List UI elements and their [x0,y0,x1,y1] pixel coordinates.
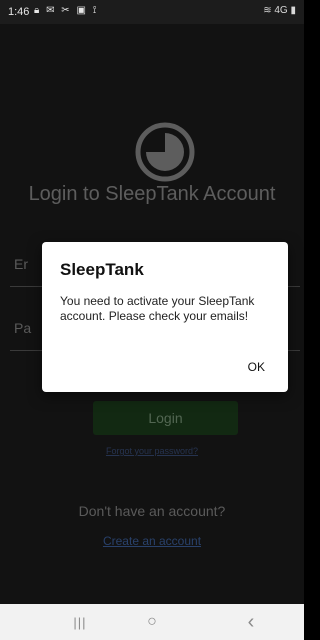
mail-icon: ✉︎ [46,5,57,16]
recents-button[interactable]: ||| [60,612,100,632]
lock-icon: 🔒︎ [34,5,42,16]
login-screen: 1:46 🔒︎ ✉︎ ✂︎ ▣ ⟟ ≋ 4G ▮ Login to SleepT… [0,0,304,640]
dialog-ok-button[interactable]: OK [248,360,265,374]
status-bar: 1:46 🔒︎ ✉︎ ✂︎ ▣ ⟟ ≋ 4G ▮ [0,0,304,24]
battery-icon: ▮ [290,5,296,16]
activation-dialog: SleepTank You need to activate your Slee… [42,242,288,392]
tools-icon: ✂︎ [61,5,72,16]
signal-antenna-icon: ⟟ [92,5,99,16]
status-system-icons: ≋ 4G ▮ [263,5,296,16]
back-button[interactable]: ‹ [231,611,271,633]
home-button[interactable]: ○ [132,612,172,632]
status-notification-icons: 🔒︎ ✉︎ ✂︎ ▣ ⟟ [34,5,98,16]
dialog-title: SleepTank [60,260,144,279]
image-icon: ▣ [76,5,88,16]
status-time: 1:46 [8,6,30,18]
network-icon: 4G [274,5,288,16]
dialog-message: You need to activate your SleepTank acco… [60,294,255,323]
navigation-bar: ||| ○ ‹ [0,604,304,640]
wifi-icon: ≋ [263,5,272,16]
